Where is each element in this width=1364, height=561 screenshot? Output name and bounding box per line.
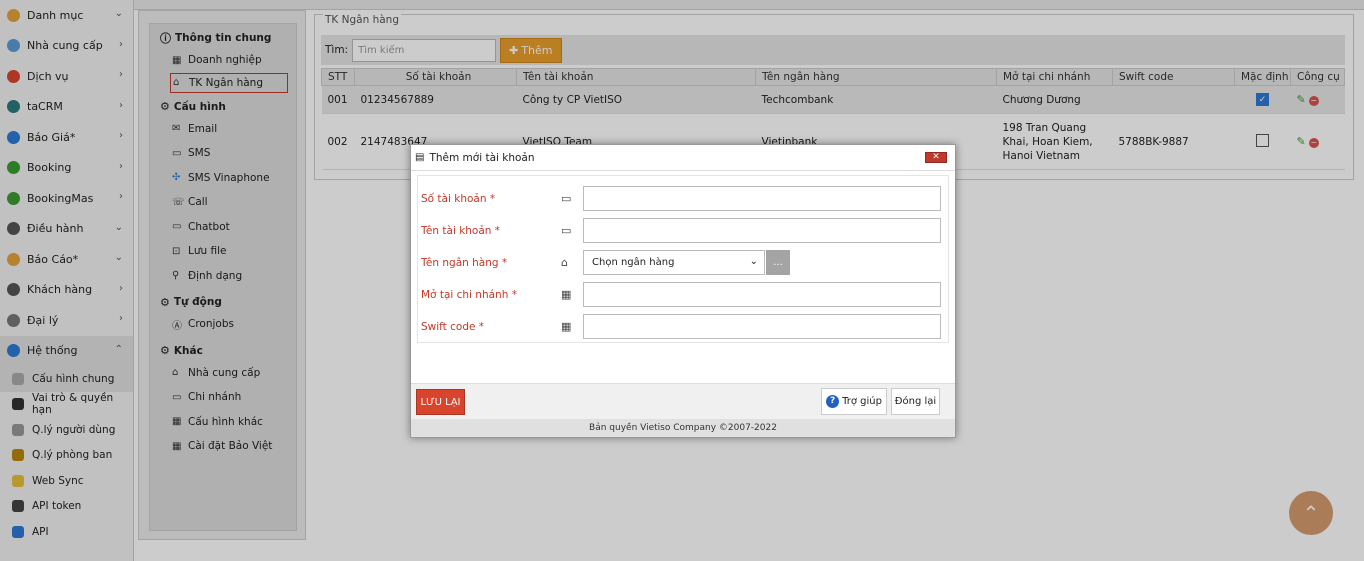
- building-icon: ▦: [561, 320, 572, 333]
- field-label: Tên tài khoản *: [421, 224, 501, 237]
- close-icon[interactable]: ✕: [925, 152, 947, 163]
- branch-input[interactable]: [583, 282, 941, 307]
- field-label: Mở tại chi nhánh *: [421, 288, 517, 301]
- chevron-down-icon: ⌄: [749, 256, 758, 267]
- more-button[interactable]: ...: [766, 250, 790, 275]
- field-branch: Mở tại chi nhánh * ▦: [421, 282, 949, 307]
- window-icon: ▤: [415, 152, 425, 163]
- save-button[interactable]: LƯU LẠI: [416, 389, 465, 415]
- field-swift: Swift code * ▦: [421, 314, 949, 339]
- close-button[interactable]: Đóng lại: [891, 388, 940, 415]
- modal-footer: LƯU LẠI ? Trợ giúp Đóng lại: [411, 383, 955, 419]
- account-name-input[interactable]: [583, 218, 941, 243]
- swift-input[interactable]: [583, 314, 941, 339]
- modal-form: Số tài khoản * ▭ Tên tài khoản * ▭ Tên n…: [417, 175, 949, 343]
- help-button[interactable]: ? Trợ giúp: [821, 388, 887, 415]
- field-label: Tên ngân hàng *: [421, 256, 508, 269]
- field-bank-name: Tên ngân hàng * ⌂ Chọn ngân hàng ⌄ ...: [421, 250, 949, 275]
- help-icon: ?: [826, 395, 840, 408]
- add-account-modal: ▤ Thêm mới tài khoản ✕ Số tài khoản * ▭ …: [410, 144, 956, 438]
- field-account-name: Tên tài khoản * ▭: [421, 218, 949, 243]
- field-label: Swift code *: [421, 320, 485, 333]
- field-account-number: Số tài khoản * ▭: [421, 186, 949, 211]
- modal-title: Thêm mới tài khoản: [429, 151, 535, 164]
- modal-header: ▤ Thêm mới tài khoản ✕: [411, 145, 955, 171]
- contact-card-icon: ▭: [561, 224, 572, 237]
- card-icon: ▭: [561, 192, 572, 205]
- bank-select[interactable]: Chọn ngân hàng ⌄: [583, 250, 765, 275]
- account-number-input[interactable]: [583, 186, 941, 211]
- field-label: Số tài khoản *: [421, 192, 496, 205]
- bank-icon: ⌂: [561, 256, 568, 269]
- building-icon: ▦: [561, 288, 572, 301]
- copyright: Bản quyền Vietiso Company ©2007-2022: [411, 419, 955, 437]
